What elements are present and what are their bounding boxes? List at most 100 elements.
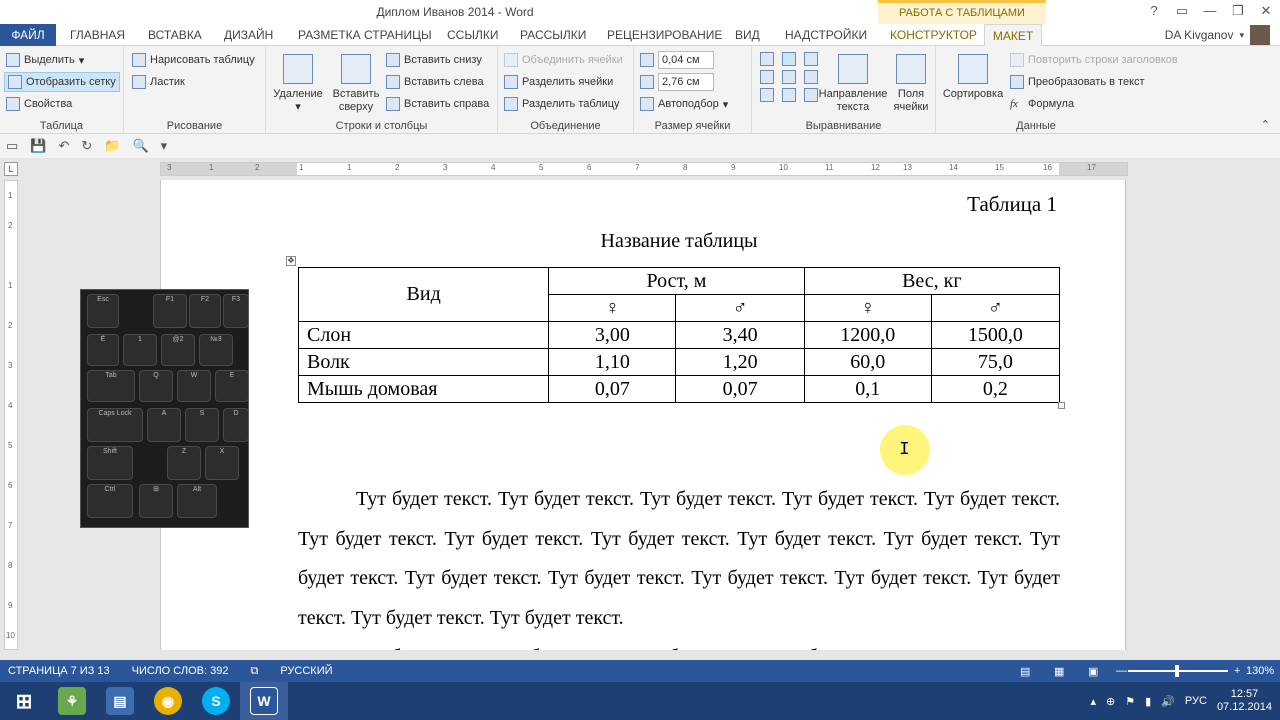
formula-button[interactable]: fx Формула xyxy=(1010,94,1074,114)
table-cell[interactable]: ♀ xyxy=(548,294,677,322)
table-cell[interactable]: Слон xyxy=(297,321,550,349)
table-cell[interactable]: 0,2 xyxy=(930,375,1061,403)
tab-home[interactable]: ГЛАВНАЯ xyxy=(66,24,129,46)
print-layout-icon[interactable]: ▦ xyxy=(1054,665,1064,678)
insert-left-button[interactable]: Вставить слева xyxy=(386,72,484,92)
table-cell[interactable]: 0,07 xyxy=(675,375,805,403)
align-middle-left-icon[interactable] xyxy=(760,70,774,84)
table-cell[interactable]: Вес, кг xyxy=(803,267,1061,295)
properties-button[interactable]: Свойства xyxy=(6,94,72,114)
taskbar-app[interactable]: S xyxy=(192,682,240,720)
volume-icon[interactable]: 🔊 xyxy=(1161,695,1175,708)
open-icon[interactable]: 📁 xyxy=(104,138,120,154)
table-cell[interactable]: 3,00 xyxy=(548,321,677,349)
align-top-left-icon[interactable] xyxy=(760,52,774,66)
table-move-handle-icon[interactable]: ✥ xyxy=(286,256,296,266)
tab-references[interactable]: ССЫЛКИ xyxy=(443,24,502,46)
eraser-button[interactable]: Ластик xyxy=(132,72,185,92)
insert-above-button[interactable]: Вставить сверху xyxy=(328,54,384,114)
insert-below-button[interactable]: Вставить снизу xyxy=(386,50,482,70)
draw-table-button[interactable]: Нарисовать таблицу xyxy=(132,50,255,70)
restore-button[interactable]: ❐ xyxy=(1224,0,1252,24)
align-bottom-left-icon[interactable] xyxy=(760,88,774,102)
data-table[interactable]: Вид Рост, м Вес, кг ♀ ♂ ♀ ♂ Слон 3,00 3,… xyxy=(297,267,1061,403)
network-icon[interactable]: ▮ xyxy=(1145,695,1151,708)
document-page[interactable]: Таблица 1 Название таблицы ✥ Вид Рост, м… xyxy=(160,180,1126,650)
body-paragraph[interactable]: Тут будет текст. Тут будет текст. Тут бу… xyxy=(298,480,1060,638)
convert-to-text-button[interactable]: Преобразовать в текст xyxy=(1010,72,1145,92)
page-count[interactable]: СТРАНИЦА 7 ИЗ 13 xyxy=(8,665,110,677)
table-resize-handle[interactable] xyxy=(1058,402,1065,409)
zoom-slider-thumb[interactable] xyxy=(1175,665,1179,677)
split-table-button[interactable]: Разделить таблицу xyxy=(504,94,620,114)
start-button[interactable]: ⊞ xyxy=(0,682,48,720)
table-cell[interactable]: 1200,0 xyxy=(803,321,932,349)
align-middle-center-icon[interactable] xyxy=(782,70,796,84)
user-account[interactable]: DA Kivganov ▾ xyxy=(1165,24,1270,46)
select-button[interactable]: Выделить ▾ xyxy=(6,50,84,70)
print-preview-icon[interactable]: 🔍 xyxy=(132,138,148,154)
clock[interactable]: 12:57 07.12.2014 xyxy=(1217,688,1272,714)
taskbar-app[interactable]: ▤ xyxy=(96,682,144,720)
table-cell[interactable]: 1,20 xyxy=(675,348,805,376)
table-cell[interactable]: 0,07 xyxy=(548,375,677,403)
table-cell[interactable]: 0,1 xyxy=(803,375,932,403)
tab-design[interactable]: ДИЗАЙН xyxy=(220,24,277,46)
read-mode-icon[interactable]: ▤ xyxy=(1020,665,1030,678)
redo-icon[interactable]: ↻ xyxy=(81,138,92,154)
tab-selector[interactable]: L xyxy=(4,162,18,176)
taskbar-app-word[interactable]: W xyxy=(240,682,288,720)
tab-layout-page[interactable]: РАЗМЕТКА СТРАНИЦЫ xyxy=(294,24,436,46)
table-cell[interactable]: 3,40 xyxy=(675,321,805,349)
align-top-right-icon[interactable] xyxy=(804,52,818,66)
tray-app-icon[interactable]: ⊕ xyxy=(1106,695,1115,708)
tab-review[interactable]: РЕЦЕНЗИРОВАНИЕ xyxy=(603,24,726,46)
help-icon[interactable]: ? xyxy=(1140,0,1168,24)
show-grid-button[interactable]: Отобразить сетку xyxy=(4,72,120,92)
folder-icon[interactable]: ▭ xyxy=(6,138,18,154)
table-cell[interactable]: 75,0 xyxy=(930,348,1061,376)
language-indicator[interactable]: РУССКИЙ xyxy=(280,665,332,677)
cell-margins-button[interactable]: Поля ячейки xyxy=(888,54,934,114)
taskbar-app[interactable]: ◉ xyxy=(144,682,192,720)
proofing-icon[interactable]: ⧉ xyxy=(250,665,258,678)
merge-cells-button[interactable]: Объединить ячейки xyxy=(504,50,623,70)
close-button[interactable]: ✕ xyxy=(1252,0,1280,24)
web-layout-icon[interactable]: ▣ xyxy=(1088,665,1098,678)
horizontal-ruler[interactable]: 3 1 2 1 1 2 3 4 5 6 7 8 9 10 11 12 13 14… xyxy=(160,162,1128,176)
word-count[interactable]: ЧИСЛО СЛОВ: 392 xyxy=(132,665,229,677)
delete-button[interactable]: Удаление ▾ xyxy=(270,54,326,114)
insert-right-button[interactable]: Вставить справа xyxy=(386,94,489,114)
save-icon[interactable]: 💾 xyxy=(30,138,46,154)
align-middle-right-icon[interactable] xyxy=(804,70,818,84)
keyboard-photo[interactable]: Esc F1 F2 F3 Ё 1 @2 №3 Tab Q W E Caps Lo… xyxy=(80,289,249,528)
table-cell[interactable]: Вид xyxy=(297,267,550,322)
table-cell[interactable]: ♂ xyxy=(930,294,1061,322)
table-cell[interactable]: Мышь домовая xyxy=(297,375,550,403)
tab-file[interactable]: ФАЙЛ xyxy=(0,24,56,46)
table-cell[interactable]: ♀ xyxy=(803,294,932,322)
taskbar-app[interactable]: ⚘ xyxy=(48,682,96,720)
tab-view[interactable]: ВИД xyxy=(731,24,764,46)
ribbon-display-icon[interactable]: ▭ xyxy=(1168,0,1196,24)
text-direction-button[interactable]: Направление текста xyxy=(818,54,888,114)
row-height-field[interactable]: 0,04 см xyxy=(640,50,714,70)
customize-qat-icon[interactable]: ▾ xyxy=(161,138,168,154)
tab-insert[interactable]: ВСТАВКА xyxy=(144,24,206,46)
minimize-button[interactable]: — xyxy=(1196,0,1224,24)
table-cell[interactable]: 1,10 xyxy=(548,348,677,376)
vertical-ruler[interactable]: 1 2 1 2 3 4 5 6 7 8 9 10 xyxy=(4,180,18,650)
table-cell[interactable]: ♂ xyxy=(675,294,805,322)
align-bottom-right-icon[interactable] xyxy=(804,88,818,102)
tab-addins[interactable]: НАДСТРОЙКИ xyxy=(781,24,871,46)
sort-button[interactable]: Сортировка xyxy=(940,54,1006,101)
tab-maket[interactable]: МАКЕТ xyxy=(984,24,1042,47)
collapse-ribbon-icon[interactable]: ⌃ xyxy=(1261,118,1270,131)
flag-icon[interactable]: ⚑ xyxy=(1125,695,1135,708)
table-cell[interactable]: Волк xyxy=(297,348,550,376)
zoom-in-icon[interactable]: + xyxy=(1234,665,1240,677)
table-cell[interactable]: 1500,0 xyxy=(930,321,1061,349)
align-bottom-center-icon[interactable] xyxy=(782,88,796,102)
keyboard-layout[interactable]: РУС xyxy=(1185,695,1207,707)
split-cells-button[interactable]: Разделить ячейки xyxy=(504,72,613,92)
